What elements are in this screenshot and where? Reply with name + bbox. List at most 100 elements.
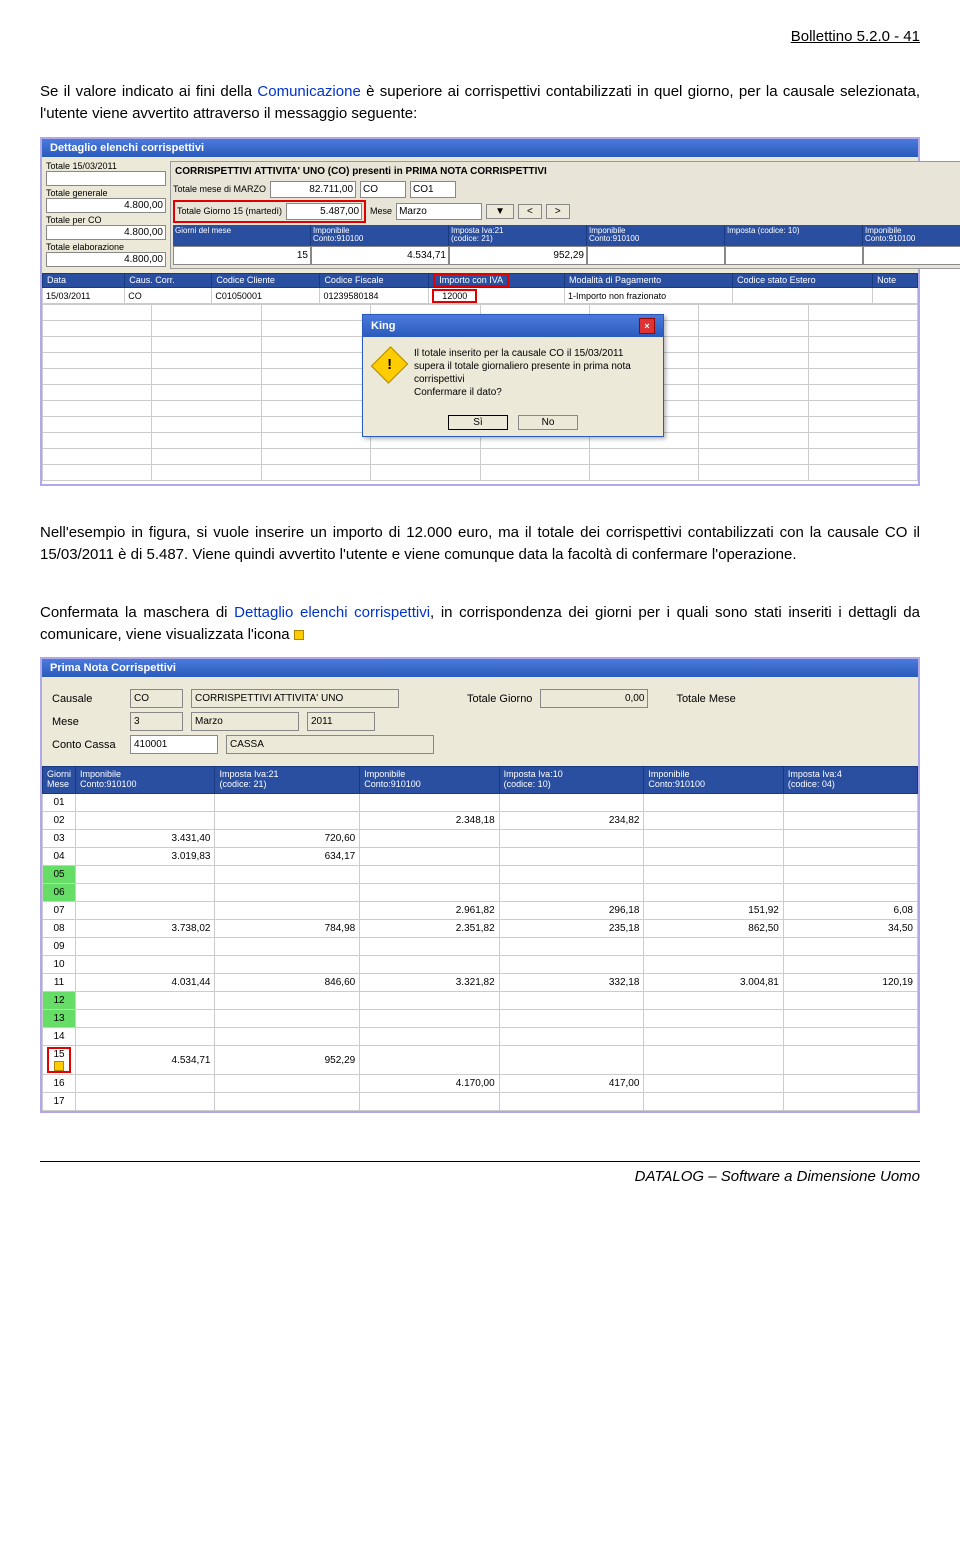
value-cell[interactable] (499, 1010, 644, 1028)
value-cell[interactable] (215, 902, 360, 920)
value-cell[interactable] (783, 1093, 917, 1111)
grid-row[interactable]: 17 (43, 1093, 918, 1111)
cell[interactable]: C01050001 (212, 288, 320, 304)
grid-row[interactable]: 01 (43, 794, 918, 812)
value-cell[interactable] (644, 866, 783, 884)
value-cell[interactable]: 34,50 (783, 920, 917, 938)
co-field[interactable] (360, 181, 406, 198)
co1-field[interactable] (410, 181, 456, 198)
value-cell[interactable] (644, 794, 783, 812)
value-cell[interactable] (783, 830, 917, 848)
grid-row[interactable]: 10 (43, 956, 918, 974)
value-cell[interactable] (783, 812, 917, 830)
value-cell[interactable] (499, 956, 644, 974)
summary-value-cell[interactable] (449, 246, 587, 265)
value-cell[interactable] (360, 956, 499, 974)
day-cell[interactable]: 12 (43, 992, 76, 1010)
grid-row[interactable]: 022.348,18234,82 (43, 812, 918, 830)
value-cell[interactable] (76, 992, 215, 1010)
summary-value-cell[interactable] (725, 246, 863, 265)
value-cell[interactable] (644, 1093, 783, 1111)
day-cell[interactable]: 17 (43, 1093, 76, 1111)
value-cell[interactable] (76, 1075, 215, 1093)
grid-row[interactable]: 083.738,02784,982.351,82235,18862,5034,5… (43, 920, 918, 938)
value-cell[interactable]: 2.351,82 (360, 920, 499, 938)
day-cell[interactable]: 01 (43, 794, 76, 812)
value-cell[interactable] (783, 938, 917, 956)
mese-v[interactable] (396, 203, 482, 220)
tot-val-3[interactable] (46, 225, 166, 240)
value-cell[interactable] (644, 848, 783, 866)
dropdown-btn[interactable]: ▼ (486, 204, 514, 219)
cell[interactable]: 15/03/2011 (43, 288, 125, 304)
tot-giorno-v[interactable] (286, 203, 362, 220)
causale-code[interactable] (130, 689, 183, 708)
value-cell[interactable] (499, 1093, 644, 1111)
day-cell[interactable]: 14 (43, 1028, 76, 1046)
value-cell[interactable] (783, 1010, 917, 1028)
tot-val-1[interactable] (46, 171, 166, 186)
value-cell[interactable] (499, 830, 644, 848)
value-cell[interactable] (76, 902, 215, 920)
value-cell[interactable]: 952,29 (215, 1046, 360, 1075)
day-cell[interactable]: 06 (43, 884, 76, 902)
value-cell[interactable] (360, 1093, 499, 1111)
grid-row[interactable]: 114.031,44846,603.321,82332,183.004,8112… (43, 974, 918, 992)
day-cell[interactable]: 07 (43, 902, 76, 920)
value-cell[interactable] (360, 794, 499, 812)
value-cell[interactable] (783, 956, 917, 974)
summary-value-cell[interactable] (587, 246, 725, 265)
grid-row[interactable]: 15 4.534,71952,29 (43, 1046, 918, 1075)
value-cell[interactable]: 862,50 (644, 920, 783, 938)
value-cell[interactable] (783, 848, 917, 866)
value-cell[interactable] (215, 992, 360, 1010)
value-cell[interactable] (644, 1075, 783, 1093)
tot-mese-v[interactable] (270, 181, 356, 198)
summary-value-cell[interactable] (311, 246, 449, 265)
value-cell[interactable] (644, 1010, 783, 1028)
value-cell[interactable] (783, 1075, 917, 1093)
next-btn[interactable]: > (546, 204, 570, 219)
value-cell[interactable]: 634,17 (215, 848, 360, 866)
value-cell[interactable] (360, 1010, 499, 1028)
value-cell[interactable]: 3.321,82 (360, 974, 499, 992)
value-cell[interactable]: 234,82 (499, 812, 644, 830)
value-cell[interactable]: 151,92 (644, 902, 783, 920)
value-cell[interactable] (76, 1028, 215, 1046)
value-cell[interactable]: 4.170,00 (360, 1075, 499, 1093)
value-cell[interactable] (644, 992, 783, 1010)
value-cell[interactable] (76, 1010, 215, 1028)
summary-value-cell[interactable] (173, 246, 311, 265)
value-cell[interactable] (215, 1010, 360, 1028)
day-cell[interactable]: 11 (43, 974, 76, 992)
value-cell[interactable] (215, 1093, 360, 1111)
grid-row[interactable]: 14 (43, 1028, 918, 1046)
day-cell[interactable]: 05 (43, 866, 76, 884)
value-cell[interactable] (76, 812, 215, 830)
value-cell[interactable] (360, 1028, 499, 1046)
value-cell[interactable]: 417,00 (499, 1075, 644, 1093)
value-cell[interactable] (499, 848, 644, 866)
value-cell[interactable] (215, 1075, 360, 1093)
grid-row[interactable]: 06 (43, 884, 918, 902)
tot-val-4[interactable] (46, 252, 166, 267)
day-cell[interactable]: 04 (43, 848, 76, 866)
no-button[interactable]: No (518, 415, 578, 430)
value-cell[interactable] (76, 938, 215, 956)
summary-value-cell[interactable] (863, 246, 960, 265)
mese2-num[interactable] (130, 712, 183, 731)
grid-row[interactable]: 13 (43, 1010, 918, 1028)
cell[interactable]: 1-Importo non frazionato (565, 288, 733, 304)
value-cell[interactable] (499, 866, 644, 884)
value-cell[interactable] (360, 884, 499, 902)
grid-row[interactable]: 033.431,40720,60 (43, 830, 918, 848)
value-cell[interactable]: 3.019,83 (76, 848, 215, 866)
value-cell[interactable]: 846,60 (215, 974, 360, 992)
grid-row[interactable]: 05 (43, 866, 918, 884)
day-cell[interactable]: 10 (43, 956, 76, 974)
value-cell[interactable] (76, 956, 215, 974)
value-cell[interactable]: 4.534,71 (76, 1046, 215, 1075)
value-cell[interactable]: 332,18 (499, 974, 644, 992)
value-cell[interactable]: 120,19 (783, 974, 917, 992)
cell[interactable]: 01239580184 (320, 288, 429, 304)
